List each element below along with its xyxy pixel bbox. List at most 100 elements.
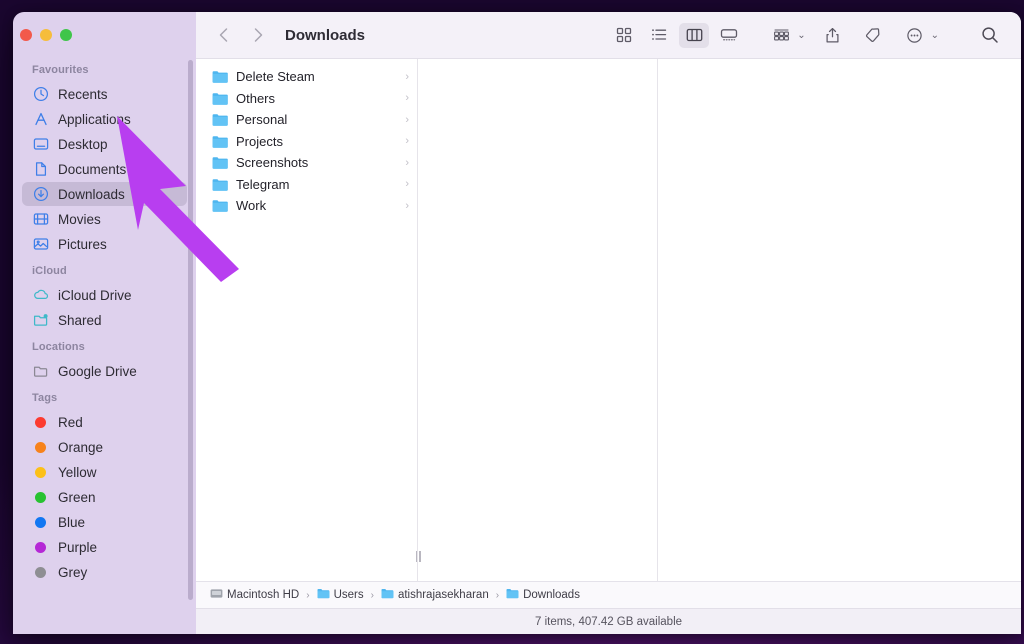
sidebar-group-title: Favourites: [32, 64, 89, 76]
sidebar-item-google-drive[interactable]: Google Drive: [22, 359, 187, 383]
movies-icon: [32, 211, 49, 228]
chevron-right-icon[interactable]: ›: [405, 114, 409, 126]
sidebar-item-label: Pictures: [58, 236, 107, 252]
chevron-right-icon[interactable]: ›: [405, 135, 409, 147]
folder-icon: [212, 135, 228, 148]
sidebar-item-red[interactable]: Red: [22, 410, 187, 434]
breadcrumb[interactable]: Macintosh HD › Users › atishrajasekharan › Dow…: [196, 581, 1021, 608]
group-by-icon[interactable]: [766, 23, 796, 48]
column-browser: Delete Steam › Others › Personal › Projects › Sc…: [196, 59, 1021, 581]
maximize-button[interactable]: [60, 29, 72, 41]
group-by-control[interactable]: ⌄: [766, 23, 806, 48]
file-column-2[interactable]: [415, 59, 658, 581]
chevron-right-icon[interactable]: ›: [405, 178, 409, 190]
sidebar-item-green[interactable]: Green: [22, 485, 187, 509]
finder-window: Favourites Recents Applications Desktop Docu…: [13, 12, 1021, 634]
sidebar-scrollbar[interactable]: [188, 60, 193, 600]
more-options-icon[interactable]: [900, 23, 930, 48]
back-button[interactable]: [210, 22, 236, 48]
file-row[interactable]: Screenshots ›: [196, 152, 417, 174]
more-options-control[interactable]: ⌄: [900, 23, 939, 48]
chevron-down-icon[interactable]: ⌄: [931, 30, 939, 41]
tag-dot-icon: [32, 489, 49, 506]
sidebar-item-orange[interactable]: Orange: [22, 435, 187, 459]
close-button[interactable]: [20, 29, 32, 41]
list-view-button[interactable]: [644, 23, 674, 48]
column-resize-handle[interactable]: [413, 551, 423, 563]
sidebar-item-label: Recents: [58, 86, 108, 102]
sidebar-item-label: Orange: [58, 439, 104, 455]
sidebar-item-shared[interactable]: Shared: [22, 308, 187, 332]
folder-icon: [212, 113, 228, 126]
chevron-right-icon[interactable]: ›: [405, 71, 409, 83]
sidebar-item-pictures[interactable]: Pictures: [22, 232, 187, 256]
breadcrumb-label: atishrajasekharan: [397, 589, 489, 601]
breadcrumb-item[interactable]: Downloads: [506, 588, 580, 602]
desktop-icon: [32, 136, 49, 153]
folder-icon: [212, 156, 228, 169]
share-button[interactable]: [818, 23, 848, 48]
breadcrumb-item[interactable]: Macintosh HD: [210, 588, 299, 602]
applications-icon: [32, 111, 49, 128]
breadcrumb-label: Downloads: [523, 589, 580, 601]
forward-button[interactable]: [245, 22, 271, 48]
tag-dot-icon: [32, 414, 49, 431]
traffic-lights: [20, 29, 72, 41]
chevron-right-icon[interactable]: ›: [405, 92, 409, 104]
sidebar-group-title: Locations: [32, 341, 85, 353]
file-row[interactable]: Telegram ›: [196, 174, 417, 196]
sidebar-group-title: iCloud: [32, 265, 67, 277]
sidebar-item-label: Google Drive: [58, 363, 137, 379]
file-row[interactable]: Others ›: [196, 88, 417, 110]
breadcrumb-separator: ›: [495, 589, 500, 601]
cloud-icon: [32, 287, 49, 304]
document-icon: [32, 161, 49, 178]
icon-view-button[interactable]: [609, 23, 639, 48]
breadcrumb-label: Users: [333, 589, 364, 601]
sidebar-item-label: Green: [58, 489, 96, 505]
sidebar-item-documents[interactable]: Documents: [22, 157, 187, 181]
chevron-down-icon[interactable]: ⌄: [797, 30, 805, 41]
sidebar-scroll-area[interactable]: Favourites Recents Applications Desktop Docu…: [13, 12, 196, 584]
sidebar-item-label: Desktop: [58, 136, 108, 152]
sidebar-item-desktop[interactable]: Desktop: [22, 132, 187, 156]
tag-button[interactable]: [858, 23, 888, 48]
sidebar-item-label: Applications: [58, 111, 131, 127]
file-row[interactable]: Work ›: [196, 195, 417, 217]
breadcrumb-item[interactable]: atishrajasekharan: [381, 588, 489, 602]
breadcrumb-item[interactable]: Users: [317, 588, 364, 602]
file-row[interactable]: Delete Steam ›: [196, 66, 417, 88]
sidebar-item-blue[interactable]: Blue: [22, 510, 187, 534]
sidebar-item-purple[interactable]: Purple: [22, 535, 187, 559]
sidebar-item-label: Grey: [58, 564, 88, 580]
gallery-view-button[interactable]: [714, 23, 744, 48]
tag-dot-icon: [32, 439, 49, 456]
sidebar-item-label: Documents: [58, 161, 127, 177]
sidebar-item-downloads[interactable]: Downloads: [22, 182, 187, 206]
file-column-1[interactable]: Delete Steam › Others › Personal › Projects › Sc…: [196, 59, 418, 581]
search-button[interactable]: [975, 23, 1005, 48]
file-row[interactable]: Projects ›: [196, 131, 417, 153]
window-title: Downloads: [285, 26, 366, 44]
sidebar-item-movies[interactable]: Movies: [22, 207, 187, 231]
chevron-right-icon[interactable]: ›: [405, 200, 409, 212]
folder-icon: [212, 92, 228, 105]
file-row[interactable]: Personal ›: [196, 109, 417, 131]
sidebar-item-yellow[interactable]: Yellow: [22, 460, 187, 484]
sidebar-item-recents[interactable]: Recents: [22, 82, 187, 106]
harddisk-icon: [210, 588, 223, 602]
column-view-button[interactable]: [679, 22, 710, 48]
file-column-3[interactable]: [658, 59, 1021, 581]
file-name: Personal: [236, 112, 288, 128]
minimize-button[interactable]: [40, 29, 52, 41]
sidebar-item-label: Downloads: [58, 186, 125, 202]
tag-dot-icon: [32, 564, 49, 581]
folder-icon: [506, 588, 519, 602]
sidebar-item-grey[interactable]: Grey: [22, 560, 187, 584]
file-name: Delete Steam: [236, 69, 315, 85]
sidebar-item-applications[interactable]: Applications: [22, 107, 187, 131]
file-name: Work: [236, 198, 267, 214]
toolbar: Downloads ⌄ ⌄: [196, 12, 1021, 59]
chevron-right-icon[interactable]: ›: [405, 157, 409, 169]
sidebar-item-icloud-drive[interactable]: iCloud Drive: [22, 283, 187, 307]
